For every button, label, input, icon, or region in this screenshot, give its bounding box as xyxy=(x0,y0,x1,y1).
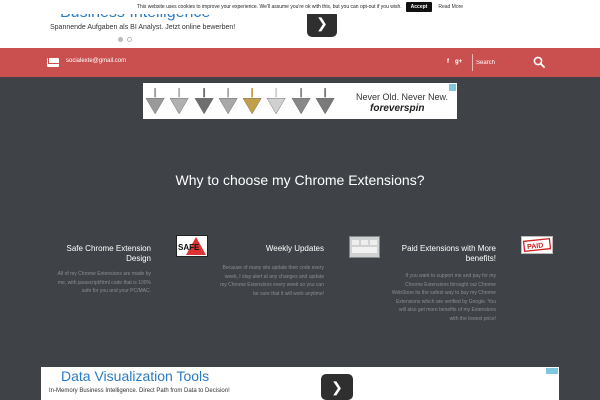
bottom-ad-title[interactable]: Data Visualization Tools xyxy=(61,368,209,384)
google-plus-icon[interactable]: g+ xyxy=(455,59,462,65)
top-ad-next-button[interactable]: ❯ xyxy=(307,10,337,37)
bottom-ad-next-button[interactable]: ❯ xyxy=(321,374,353,400)
social-links: f g+ xyxy=(447,59,462,65)
search-icon[interactable] xyxy=(533,56,545,68)
pager-dot[interactable] xyxy=(127,37,132,42)
ad-choices-icon[interactable] xyxy=(449,84,456,91)
cookie-accept-button[interactable]: Accept xyxy=(405,2,433,12)
spinning-top-1 xyxy=(169,88,189,115)
spinning-top-2 xyxy=(194,88,214,115)
section-title: Why to choose my Chrome Extensions? xyxy=(175,172,425,188)
cookie-bar: This website uses cookies to improve you… xyxy=(0,0,600,14)
feature-title-safe: Safe Chrome Extension Design xyxy=(66,244,152,263)
bottom-ad[interactable]: Data Visualization Tools In-Memory Busin… xyxy=(41,367,559,400)
facebook-icon[interactable]: f xyxy=(447,59,449,65)
mail-icon xyxy=(47,58,59,67)
banner-brand: foreverspin xyxy=(370,103,425,114)
feature-text-weekly: Because of many site update their code e… xyxy=(220,265,324,297)
cookie-read-more-link[interactable]: Read More xyxy=(438,4,463,10)
search-input[interactable] xyxy=(476,56,531,69)
keyboard-icon xyxy=(349,236,380,258)
feature-text-safe: All of my Chrome Extensions are made by … xyxy=(57,271,151,294)
feature-text-paid: If you want to support me and pay for my… xyxy=(391,273,496,322)
banner-slogan: Never Old. Never New. xyxy=(356,92,449,102)
spinning-top-7 xyxy=(315,88,335,115)
top-ad-pager xyxy=(118,37,132,42)
cookie-message: This website uses cookies to improve you… xyxy=(136,4,402,10)
pager-dot-active[interactable] xyxy=(118,37,123,42)
feature-title-weekly: Weekly Updates xyxy=(265,244,324,253)
safe-sign-icon: SAFE xyxy=(176,235,208,257)
ad-choices-icon[interactable] xyxy=(546,368,558,374)
spinning-top-6 xyxy=(291,88,311,115)
feature-title-paid: Paid Extensions with More benefits! xyxy=(401,244,496,263)
bottom-ad-subtitle[interactable]: In-Memory Business Intelligence. Direct … xyxy=(49,388,230,394)
safe-sign-label: SAFE xyxy=(178,243,200,252)
header-email[interactable]: socialexte@gmail.com xyxy=(66,58,126,64)
spinning-top-0 xyxy=(145,88,165,115)
spinning-top-4 xyxy=(242,88,262,115)
paid-stamp-icon: PAID xyxy=(521,236,553,254)
banner-ad[interactable]: Never Old. Never New. foreverspin xyxy=(143,83,457,119)
top-ad-subtitle[interactable]: Spannende Aufgaben als BI Analyst. Jetzt… xyxy=(50,24,235,31)
header-divider xyxy=(472,54,473,71)
spinning-top-5 xyxy=(266,88,286,115)
header-bar: socialexte@gmail.com f g+ xyxy=(0,48,600,77)
spinning-top-3 xyxy=(218,88,238,115)
spinning-tops-image xyxy=(145,85,335,117)
